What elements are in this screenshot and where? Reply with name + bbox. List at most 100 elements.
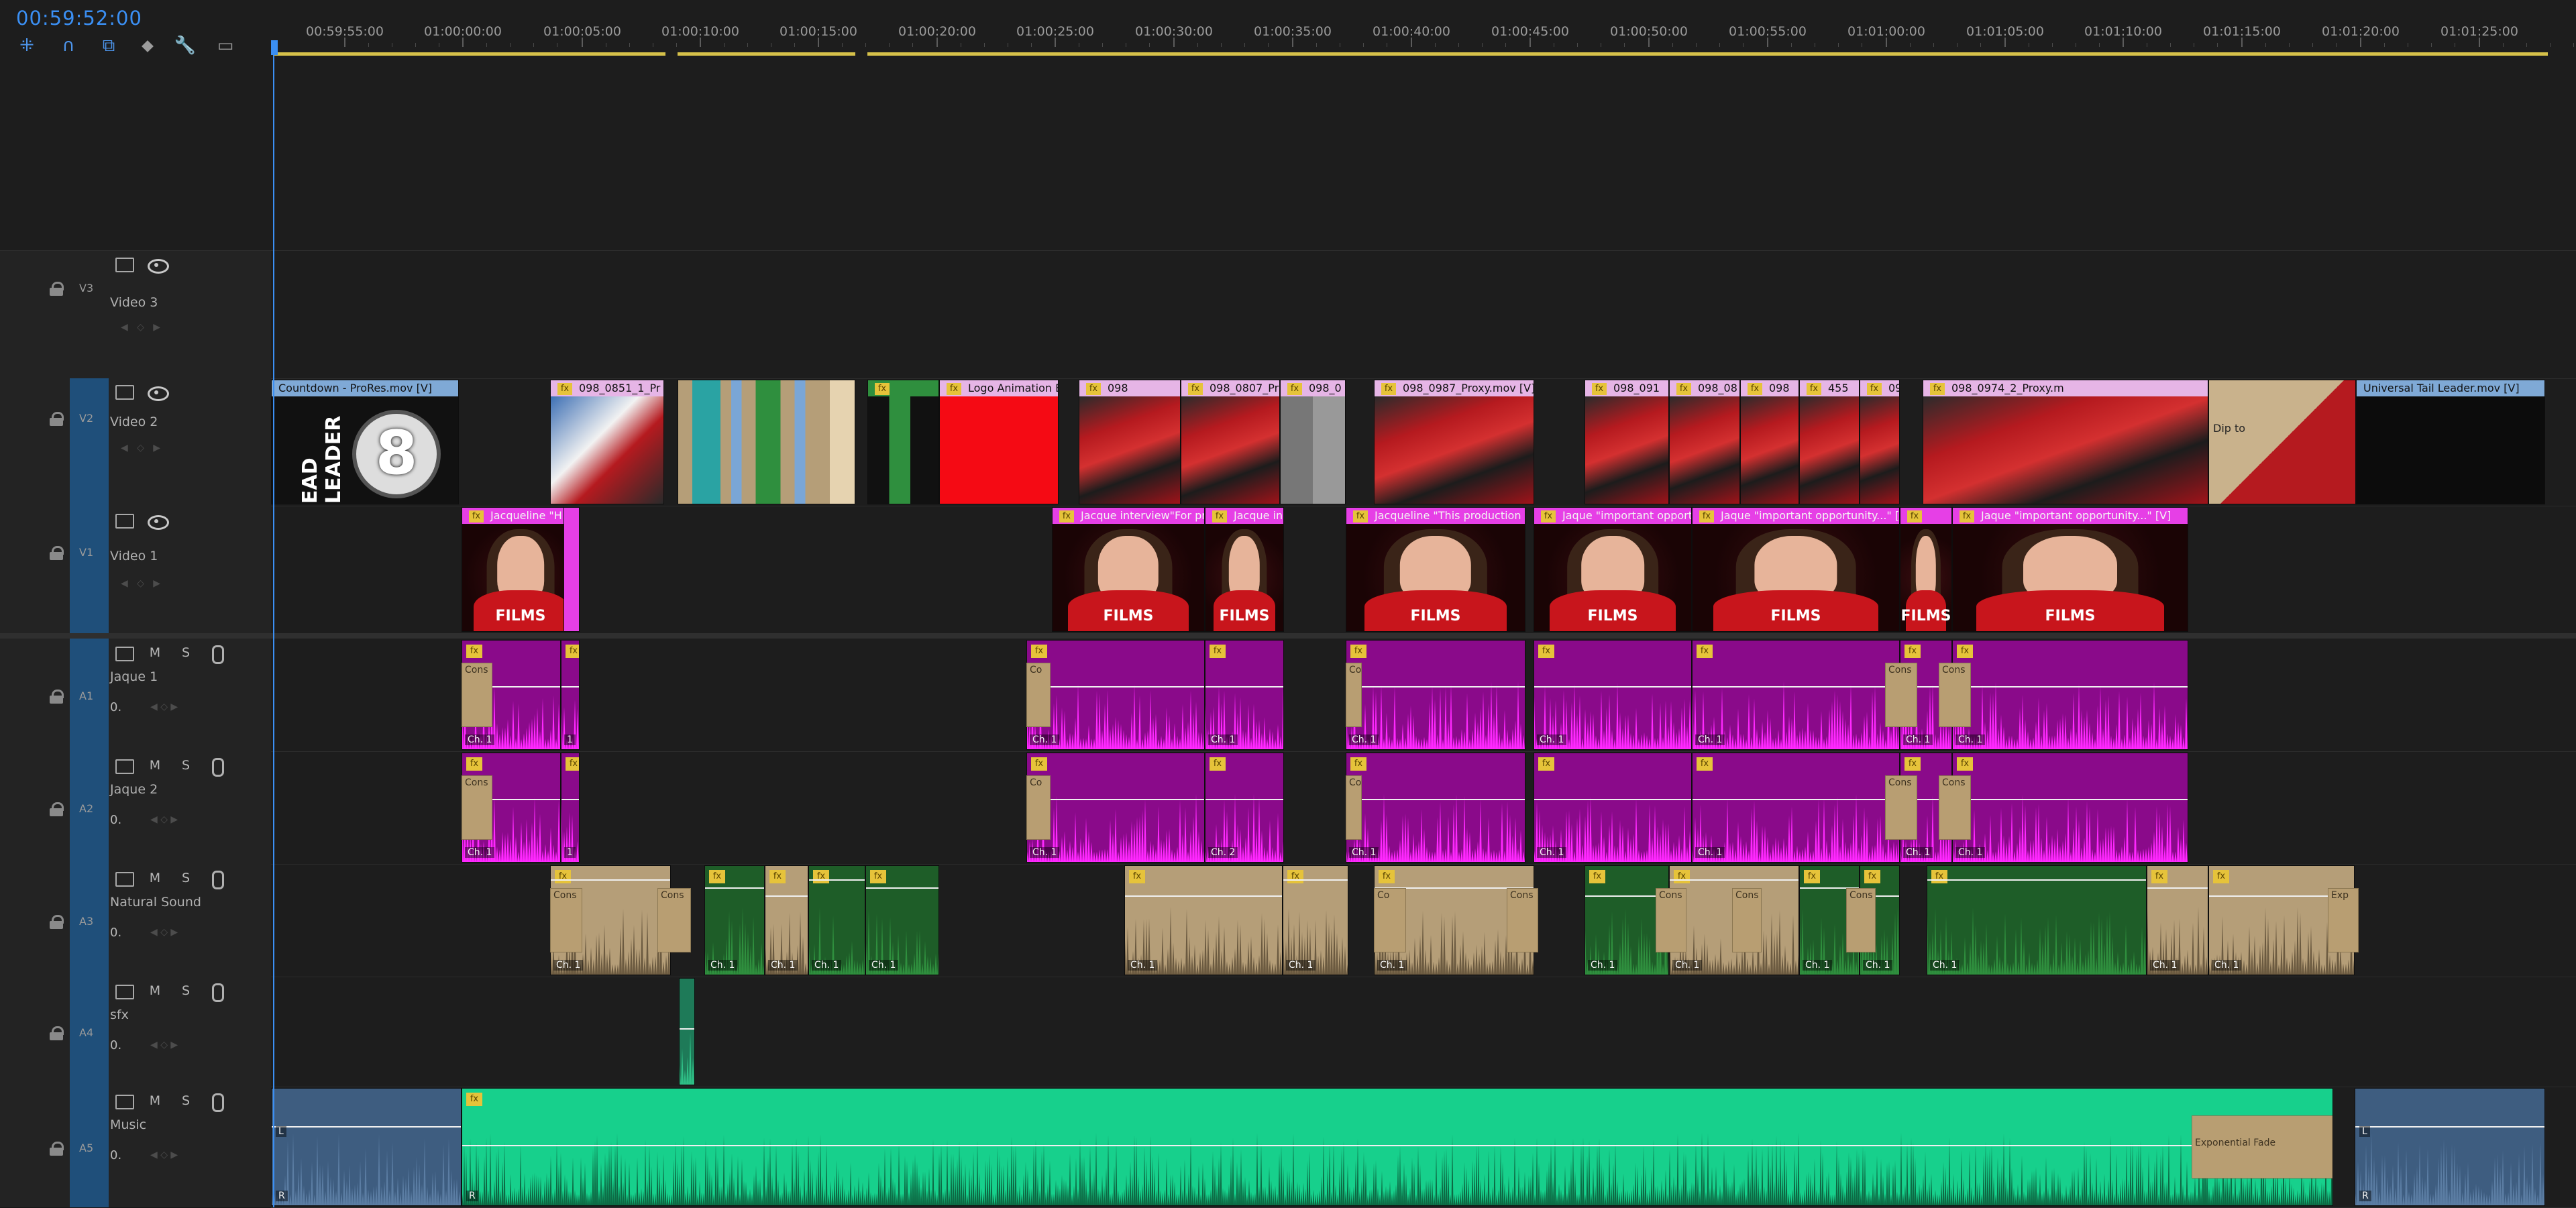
- track-name[interactable]: Video 3: [110, 295, 158, 310]
- audio-clip[interactable]: fx Ch. 1: [865, 865, 939, 975]
- keyframe-nav-icon[interactable]: ◀ ◇ ▶: [150, 1150, 178, 1160]
- track-a1[interactable]: fx Ch. 1 fx 1 fx Ch. 1 fx Ch. 1 fx Ch. 1 fx Ch. 1 fx…: [271, 639, 2576, 752]
- volume-rubber-band[interactable]: [1953, 799, 2188, 800]
- track-a3[interactable]: fx Ch. 1 fx Ch. 1 fx Ch. 1 fx Ch. 1 fx Ch. 1 fx Ch.…: [271, 864, 2576, 977]
- video-clip[interactable]: fx Jacque in FILMS: [1205, 507, 1284, 632]
- playhead-timecode[interactable]: 00:59:52:00: [16, 7, 142, 30]
- lock-icon[interactable]: [50, 1142, 64, 1156]
- track-a4[interactable]: [271, 977, 2576, 1087]
- volume-rubber-band[interactable]: [1346, 799, 1525, 800]
- voice-over-mic-icon[interactable]: [212, 645, 224, 664]
- audio-transition[interactable]: Cons: [1732, 888, 1762, 952]
- audio-clip[interactable]: fx 1: [561, 640, 580, 750]
- video-clip[interactable]: fx 098_0851_1_Pr: [550, 380, 664, 504]
- audio-transition[interactable]: Cons: [462, 663, 492, 727]
- video-clip[interactable]: fx Jaque "important opportunity..." [V] FI…: [1952, 507, 2188, 632]
- video-clip[interactable]: fx Jaque "important opport FILMS: [1534, 507, 1692, 632]
- linked-selection-icon[interactable]: ⧉: [95, 32, 122, 59]
- solo-button[interactable]: S: [177, 758, 195, 773]
- track-a5[interactable]: R Lfx R Exponential Fade R L: [271, 1087, 2576, 1208]
- audio-clip[interactable]: fx Ch. 1: [1026, 753, 1205, 863]
- audio-clip[interactable]: fx Ch. 2: [1205, 753, 1284, 863]
- volume-rubber-band[interactable]: [1693, 799, 1899, 800]
- keyframe-nav-icon[interactable]: ◀ ◇ ▶: [121, 443, 160, 453]
- video-clip-trim[interactable]: [564, 507, 580, 632]
- eye-icon[interactable]: [148, 259, 169, 274]
- voice-over-mic-icon[interactable]: [212, 1093, 224, 1112]
- keyframe-nav-icon[interactable]: ◀ ◇ ▶: [150, 927, 178, 938]
- audio-transition[interactable]: Cons: [657, 888, 691, 952]
- audio-transition[interactable]: Cons: [1939, 663, 1971, 727]
- video-clip[interactable]: fx 098_: [1860, 380, 1900, 504]
- video-clip[interactable]: fx Jacqueline "This production is FILMS: [1346, 507, 1525, 632]
- toggle-sync-lock-icon[interactable]: [115, 872, 134, 887]
- mute-button[interactable]: M: [146, 645, 164, 660]
- track-name[interactable]: Jaque 1: [110, 669, 158, 684]
- work-area-segment[interactable]: [274, 52, 665, 56]
- video-clip[interactable]: fx FILMS: [1900, 507, 1952, 632]
- audio-transition[interactable]: Co: [1026, 663, 1051, 727]
- audio-clip[interactable]: fx Ch. 1: [1346, 640, 1525, 750]
- eye-icon[interactable]: [148, 515, 169, 530]
- voice-over-mic-icon[interactable]: [212, 983, 224, 1002]
- keyframe-nav-icon[interactable]: ◀ ◇ ▶: [150, 1040, 178, 1050]
- audio-clip[interactable]: fx Ch. 1: [1692, 753, 1900, 863]
- lock-icon[interactable]: [50, 282, 64, 296]
- video-clip[interactable]: Dip toDip to: [2208, 380, 2356, 504]
- keyframe-nav-icon[interactable]: ◀ ◇ ▶: [121, 578, 160, 589]
- audio-transition[interactable]: Cons: [1507, 888, 1538, 952]
- audio-clip[interactable]: fx Ch. 1: [1346, 753, 1525, 863]
- volume-knob[interactable]: 0.: [110, 926, 121, 940]
- volume-rubber-band[interactable]: [1027, 686, 1204, 688]
- track-a2[interactable]: fx Ch. 1 fx 1 fx Ch. 1 fx Ch. 2 fx Ch. 1 fx Ch. 1 fx…: [271, 751, 2576, 865]
- work-area-segment[interactable]: [867, 52, 2548, 56]
- lock-icon[interactable]: [50, 412, 64, 426]
- audio-clip[interactable]: fx Ch. 1: [2147, 865, 2208, 975]
- work-area-segment[interactable]: [678, 52, 855, 56]
- volume-rubber-band[interactable]: [1670, 879, 1799, 881]
- audio-transition[interactable]: Exponential Fade: [2192, 1115, 2332, 1178]
- magnet-icon[interactable]: ∩: [55, 32, 82, 59]
- eye-icon[interactable]: [148, 386, 169, 401]
- video-clip[interactable]: fx Jaque "important opportunity..." [V] FI…: [1692, 507, 1900, 632]
- captions-icon[interactable]: ▭: [212, 32, 239, 59]
- volume-rubber-band[interactable]: [1534, 686, 1691, 688]
- audio-clip[interactable]: fx Ch. 1: [1534, 753, 1692, 863]
- toggle-sync-lock-icon[interactable]: [115, 385, 134, 400]
- audio-transition[interactable]: Co: [1026, 775, 1051, 840]
- audio-clip[interactable]: fx Ch. 1: [1692, 640, 1900, 750]
- audio-clip[interactable]: RL: [271, 1088, 462, 1206]
- voice-over-mic-icon[interactable]: [212, 871, 224, 889]
- lock-icon[interactable]: [50, 915, 64, 929]
- video-clip[interactable]: fx 098_0: [1280, 380, 1346, 504]
- video-clip[interactable]: fx Jacque interview"For pr FILMS: [1052, 507, 1205, 632]
- audio-transition[interactable]: Co: [1346, 663, 1362, 727]
- snap-icon[interactable]: ⁜: [13, 32, 40, 59]
- video-clip[interactable]: fx 098_0987_Proxy.mov [V]: [1374, 380, 1534, 504]
- audio-clip[interactable]: fx Ch. 1: [1124, 865, 1283, 975]
- volume-rubber-band[interactable]: [1205, 799, 1283, 800]
- volume-rubber-band[interactable]: [551, 879, 670, 881]
- volume-rubber-band[interactable]: [561, 799, 579, 800]
- solo-button[interactable]: S: [177, 983, 195, 998]
- audio-clip[interactable]: fx Ch. 1: [704, 865, 765, 975]
- audio-clip[interactable]: fx Ch. 1: [1927, 865, 2147, 975]
- audio-transition[interactable]: Cons: [462, 775, 492, 840]
- audio-transition[interactable]: Cons: [1885, 663, 1917, 727]
- mute-button[interactable]: M: [146, 1093, 164, 1108]
- audio-clip[interactable]: fx Ch. 1: [1205, 640, 1284, 750]
- wrench-icon[interactable]: 🔧: [172, 32, 199, 59]
- audio-clip[interactable]: fx Ch. 1: [1534, 640, 1692, 750]
- track-target-v2[interactable]: [70, 378, 109, 506]
- solo-button[interactable]: S: [177, 871, 195, 885]
- track-target-v1[interactable]: [70, 506, 109, 633]
- lock-icon[interactable]: [50, 690, 64, 704]
- volume-rubber-band[interactable]: [1927, 879, 2146, 881]
- volume-rubber-band[interactable]: [1346, 686, 1525, 688]
- audio-clip[interactable]: fx Ch. 1: [808, 865, 865, 975]
- track-name[interactable]: sfx: [110, 1007, 129, 1022]
- track-v3[interactable]: [271, 251, 2576, 379]
- solo-button[interactable]: S: [177, 1093, 195, 1108]
- audio-transition[interactable]: Cons: [1656, 888, 1686, 952]
- keyframe-nav-icon[interactable]: ◀ ◇ ▶: [121, 322, 160, 333]
